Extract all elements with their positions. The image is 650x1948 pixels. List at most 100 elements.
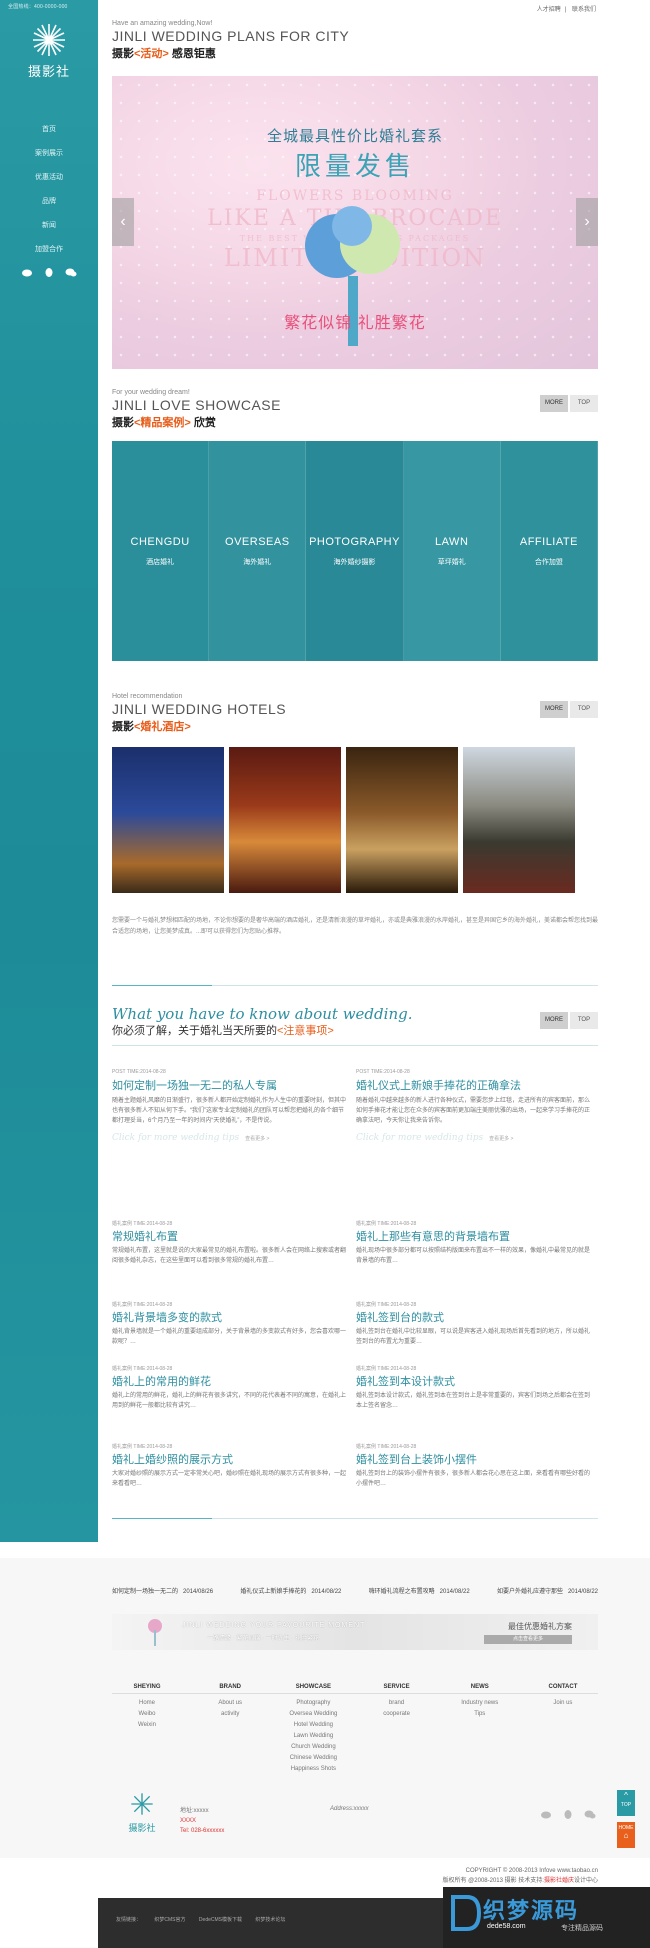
friend-link[interactable]: 织梦技术论坛 <box>255 1917 285 1923</box>
list-article[interactable]: 婚礼案例 TIME:2014-08-28 婚礼上的常用的鲜花 婚礼上的常用的鲜花… <box>112 1365 347 1411</box>
friend-link[interactable]: DedeCMS模板下载 <box>199 1917 242 1923</box>
showcase-top-button[interactable]: TOP <box>570 395 598 412</box>
top-links: 人才招聘 | 联系我们 <box>536 7 596 13</box>
list-article[interactable]: 婚礼案例 TIME:2014-08-28 婚礼上那些有意思的背景墙布置 婚礼现场… <box>356 1220 591 1266</box>
section-divider <box>112 985 212 986</box>
sitemap-link[interactable]: Church Wedding <box>278 1742 348 1753</box>
article-title[interactable]: 婚礼上婚纱照的展示方式 <box>112 1451 347 1467</box>
list-article[interactable]: 婚礼案例 TIME:2014-08-28 婚礼上婚纱照的展示方式 大家对婚纱照的… <box>112 1443 347 1489</box>
showcase-item-affiliate[interactable]: AFFILIATE 合作加盟 <box>500 441 599 661</box>
weibo-icon[interactable] <box>540 1806 552 1819</box>
hotel-image[interactable] <box>463 747 575 893</box>
friend-link[interactable]: 织梦CMS官方 <box>154 1917 185 1923</box>
banner-line2: 限量发售 <box>294 151 415 181</box>
nav-item-promotions[interactable]: 优惠活动 <box>0 166 98 190</box>
article-title[interactable]: 婚礼上的常用的鲜花 <box>112 1373 347 1389</box>
hotels-top-button[interactable]: TOP <box>570 701 598 718</box>
footer-ad-banner[interactable]: JINLI WEDDING YOUR FAVOURITE MOMENT 一路情缘… <box>112 1614 598 1650</box>
contact-link[interactable]: 联系我们 <box>572 7 596 13</box>
article-title[interactable]: 常规婚礼布置 <box>112 1228 347 1244</box>
ad-line2: 一路情缘 · 繁花似锦 · 一时许生 · 礼胜繁花 <box>207 1636 319 1642</box>
wechat-icon[interactable] <box>584 1806 596 1819</box>
featured-article[interactable]: POST TIME:2014-08-28 婚礼仪式上新娘手捧花的正确拿法 随着婚… <box>356 1069 591 1143</box>
article-title[interactable]: 婚礼仪式上新娘手捧花的正确拿法 <box>356 1077 591 1093</box>
showcase-item-photography[interactable]: PHOTOGRAPHY 海外婚纱摄影 <box>306 441 404 661</box>
sitemap-link[interactable]: Chinese Wedding <box>278 1753 348 1764</box>
sitemap-link[interactable]: Happiness Shots <box>278 1764 348 1775</box>
copyright-red[interactable]: 摄影社婚庆 <box>544 1878 574 1884</box>
sitemap-link[interactable]: Photography <box>278 1698 348 1709</box>
article-more-link[interactable]: 查看更多 > <box>245 1136 269 1142</box>
nav-item-join[interactable]: 加盟合作 <box>0 238 98 262</box>
hotels-more-button[interactable]: MORE <box>540 701 568 718</box>
nav-item-home[interactable]: 首页 <box>0 118 98 142</box>
nav-item-brand[interactable]: 品牌 <box>0 190 98 214</box>
showcase-item-chengdu[interactable]: CHENGDU 酒店婚礼 <box>112 441 210 661</box>
copyright: COPYRIGHT © 2008-2013 Infove www.taobao.… <box>443 1866 598 1886</box>
qq-icon[interactable] <box>562 1806 574 1819</box>
list-article[interactable]: 婚礼案例 TIME:2014-08-28 婚礼签到台的款式 婚礼签到台在婚礼中比… <box>356 1301 591 1347</box>
weibo-icon[interactable] <box>21 264 33 277</box>
showcase-item-lawn[interactable]: LAWN 草坪婚礼 <box>403 441 501 661</box>
article-title[interactable]: 婚礼签到本设计款式 <box>356 1373 591 1389</box>
showcase-item-en: LAWN <box>435 536 469 548</box>
promo-banner[interactable]: 全城最具性价比婚礼套系 限量发售 FLOWERS BLOOMING LIKE A… <box>112 76 598 369</box>
sitemap-link[interactable]: Lawn Wedding <box>278 1731 348 1742</box>
sitemap-link[interactable]: Join us <box>528 1698 598 1709</box>
banner-prev-arrow[interactable]: ‹ <box>112 198 134 246</box>
nav-item-news[interactable]: 新闻 <box>0 214 98 238</box>
ad-right-button[interactable]: 点击查看更多 <box>484 1635 572 1644</box>
footer-news-item[interactable]: 如何定制一场独一无二的 2014/08/26 <box>112 1586 213 1595</box>
hotels-cn-prefix: 摄影 <box>112 721 134 733</box>
hotel-image[interactable] <box>112 747 224 893</box>
plans-header: Have an amazing wedding,Now! JINLI WEDDI… <box>112 20 598 61</box>
showcase-more-button[interactable]: MORE <box>540 395 568 412</box>
dede-logo-icon <box>451 1895 481 1931</box>
wechat-icon[interactable] <box>65 264 77 277</box>
jobs-link[interactable]: 人才招聘 <box>537 7 561 13</box>
footer-news-item[interactable]: 婚礼仪式上新娘手捧花的 2014/08/22 <box>240 1586 341 1595</box>
logo[interactable]: 摄影社 <box>0 22 98 80</box>
sitemap-link[interactable]: Weibo <box>112 1709 182 1720</box>
list-article[interactable]: 婚礼案例 TIME:2014-08-28 常规婚礼布置 常规婚礼布置，这里就是说… <box>112 1220 347 1266</box>
sitemap-link[interactable]: About us <box>195 1698 265 1709</box>
article-title[interactable]: 婚礼上那些有意思的背景墙布置 <box>356 1228 591 1244</box>
showcase-cn-highlight: <精品案例> <box>134 417 191 429</box>
list-article[interactable]: 婚礼案例 TIME:2014-08-28 婚礼背景墙多变的款式 婚礼背景墙就是一… <box>112 1301 347 1347</box>
sitemap-link[interactable]: Home <box>112 1698 182 1709</box>
sitemap-link[interactable]: Hotel Wedding <box>278 1720 348 1731</box>
article-more-link[interactable]: 查看更多 > <box>489 1136 513 1142</box>
home-button[interactable]: HOME ⌂ <box>617 1822 635 1848</box>
list-article[interactable]: 婚礼案例 TIME:2014-08-28 婚礼签到台上装饰小摆件 婚礼签到台上的… <box>356 1443 591 1489</box>
article-meta: 婚礼案例 TIME:2014-08-28 <box>112 1444 173 1450</box>
qq-icon[interactable] <box>43 264 55 277</box>
article-title[interactable]: 婚礼签到台上装饰小摆件 <box>356 1451 591 1467</box>
sitemap-link[interactable]: cooperate <box>362 1709 432 1720</box>
nav-item-cases[interactable]: 案例展示 <box>0 142 98 166</box>
footer-news-item[interactable]: 嗨环婚礼流程之布置攻略 2014/08/22 <box>369 1586 470 1595</box>
featured-article[interactable]: POST TIME:2014-08-28 如何定制一场独一无二的私人专属 随着主… <box>112 1069 347 1143</box>
hotel-image[interactable] <box>346 747 458 893</box>
knowledge-more-button[interactable]: MORE <box>540 1012 568 1029</box>
sitemap-link[interactable]: Tips <box>445 1709 515 1720</box>
footer-news-item[interactable]: 如要户外婚礼应遵守那些 2014/08/22 <box>497 1586 598 1595</box>
sitemap-link[interactable]: brand <box>362 1698 432 1709</box>
sitemap-link[interactable]: activity <box>195 1709 265 1720</box>
knowledge-top-button[interactable]: TOP <box>570 1012 598 1029</box>
hotel-image[interactable] <box>229 747 341 893</box>
footer-logo[interactable]: 摄影社 <box>122 1792 162 1834</box>
banner-next-arrow[interactable]: › <box>576 198 598 246</box>
list-article[interactable]: 婚礼案例 TIME:2014-08-28 婚礼签到本设计款式 婚礼签到本设计款式… <box>356 1365 591 1411</box>
sitemap-head: NEWS <box>470 1684 489 1690</box>
article-title[interactable]: 婚礼签到台的款式 <box>356 1309 591 1325</box>
back-to-top-button[interactable]: ^ TOP <box>617 1790 635 1816</box>
article-title[interactable]: 如何定制一场独一无二的私人专属 <box>112 1077 347 1093</box>
sitemap-link[interactable]: Industry news <box>445 1698 515 1709</box>
article-title[interactable]: 婚礼背景墙多变的款式 <box>112 1309 347 1325</box>
showcase-item-overseas[interactable]: OVERSEAS 海外婚礼 <box>209 441 307 661</box>
ad-line1: JINLI WEDDING YOUR FAVOURITE MOMENT <box>182 1622 366 1629</box>
sitemap-link[interactable]: Weixin <box>112 1720 182 1731</box>
showcase-item-en: PHOTOGRAPHY <box>309 536 400 548</box>
sitemap-link[interactable]: Oversea Wedding <box>278 1709 348 1720</box>
copyright-suffix: 设计中心 <box>573 1878 598 1884</box>
